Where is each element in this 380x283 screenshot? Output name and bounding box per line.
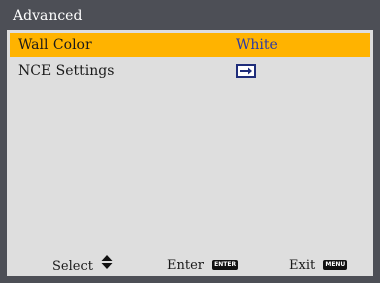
menu-item-wall-color[interactable]: Wall Color White [10, 33, 370, 57]
menu-panel: Wall Color White NCE Settings Select Ent… [7, 30, 373, 276]
exit-label: Exit [289, 258, 316, 273]
menu-item-nce-settings[interactable]: NCE Settings [10, 59, 370, 83]
enter-hint: Enter ENTER [167, 256, 239, 276]
select-hint: Select [52, 255, 113, 277]
enter-arrow-icon[interactable] [236, 64, 256, 78]
menu-footer: Select Enter ENTER Exit MENU [7, 255, 373, 277]
menu-item-label: NCE Settings [18, 63, 115, 79]
up-down-arrow-icon [101, 255, 113, 276]
enter-key-icon: ENTER [212, 259, 239, 270]
select-label: Select [52, 259, 93, 274]
exit-hint: Exit MENU [289, 256, 348, 276]
menu-title: Advanced [13, 8, 83, 24]
enter-label: Enter [167, 258, 204, 273]
wall-color-value[interactable]: White [236, 33, 278, 57]
advanced-menu-window: Advanced Wall Color White NCE Settings S… [0, 0, 380, 283]
menu-item-label: Wall Color [18, 37, 92, 53]
menu-key-icon: MENU [323, 259, 348, 270]
